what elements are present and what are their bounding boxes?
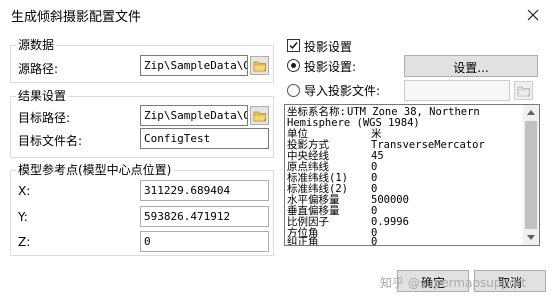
info-scrollbar[interactable]: [523, 105, 539, 245]
window-title: 生成倾斜摄影配置文件: [11, 10, 142, 25]
watermark-text: 知乎 @supermapsupport: [380, 276, 527, 290]
import-projection-field[interactable]: [404, 80, 510, 101]
info-row: 纠正角 0: [285, 236, 523, 246]
dialog-window: 生成倾斜摄影配置文件 源数据 源路径: Zip\SampleData\OSGB …: [0, 0, 554, 302]
target-path-field[interactable]: Zip\SampleData\OSGB: [140, 105, 248, 126]
folder-icon: [253, 61, 267, 72]
target-path-label: 目标路径:: [18, 111, 71, 125]
x-label: X:: [18, 184, 31, 198]
folder-icon: [517, 86, 531, 97]
z-field[interactable]: 0: [140, 231, 269, 252]
source-path-label: 源路径:: [18, 62, 59, 76]
projection-info-box[interactable]: 坐标系名称: UTM Zone 38, Northern Hemisphere …: [284, 104, 540, 246]
folder-icon: [253, 111, 267, 122]
projection-checkbox[interactable]: [287, 39, 300, 52]
x-field[interactable]: 311229.689404: [140, 180, 269, 201]
import-projection-radio[interactable]: [287, 84, 300, 97]
close-icon: [527, 9, 539, 21]
check-icon: [289, 42, 298, 50]
projection-settings-radio[interactable]: [287, 59, 300, 72]
source-browse-button[interactable]: [250, 56, 269, 75]
projection-settings-radio-label[interactable]: 投影设置:: [304, 58, 356, 75]
result-group-title: 结果设置: [16, 87, 69, 104]
close-button[interactable]: [522, 4, 544, 26]
scroll-up-icon[interactable]: [527, 110, 535, 115]
target-filename-label: 目标文件名:: [18, 134, 83, 148]
model-ref-group-title: 模型参考点(模型中心点位置): [16, 161, 174, 178]
y-label: Y:: [18, 210, 28, 224]
info-value: 0: [371, 236, 378, 246]
import-browse-button[interactable]: [514, 81, 533, 100]
projection-settings-button[interactable]: 设置...: [404, 55, 538, 77]
source-group-title: 源数据: [16, 36, 57, 53]
target-filename-field[interactable]: ConfigTest: [140, 128, 269, 149]
scroll-thumb[interactable]: [525, 121, 537, 229]
y-field[interactable]: 593826.471912: [140, 206, 269, 227]
projection-checkbox-label[interactable]: 投影设置: [304, 38, 352, 55]
z-label: Z:: [18, 235, 31, 249]
source-path-field[interactable]: Zip\SampleData\OSGB: [140, 55, 248, 76]
import-projection-radio-label[interactable]: 导入投影文件:: [304, 82, 380, 99]
info-key: 纠正角: [287, 236, 319, 246]
title-bar: 生成倾斜摄影配置文件: [0, 0, 554, 32]
scroll-down-icon[interactable]: [527, 235, 535, 240]
target-browse-button[interactable]: [250, 106, 269, 125]
